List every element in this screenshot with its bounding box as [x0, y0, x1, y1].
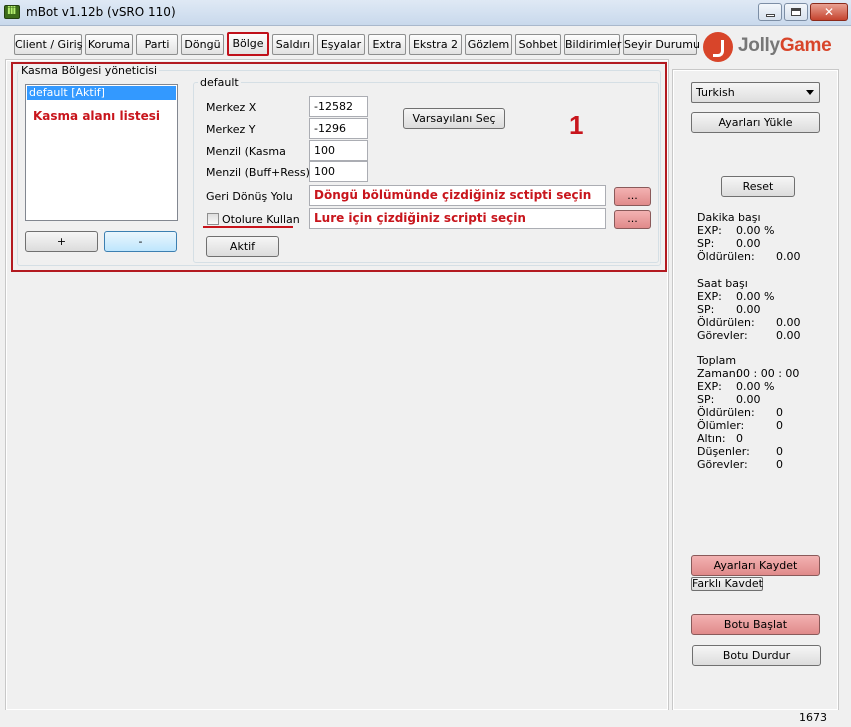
- total-deaths-label: Ölümler:: [697, 419, 745, 432]
- close-icon: ✕: [823, 5, 835, 19]
- per-hour-sp-value: 0.00: [736, 303, 761, 316]
- total-exp-value: 0.00 %: [736, 380, 775, 393]
- per-minute-sp-label: SP:: [697, 237, 715, 250]
- tab-gozlem[interactable]: Gözlem: [465, 34, 512, 55]
- minimize-button[interactable]: [758, 3, 782, 21]
- per-hour-exp-value: 0.00 %: [736, 290, 775, 303]
- tab-parti[interactable]: Parti: [136, 34, 178, 55]
- total-kills-label: Öldürülen:: [697, 406, 755, 419]
- per-hour-quests-value: 0.00: [776, 329, 801, 342]
- per-hour-quests-label: Görevler:: [697, 329, 748, 342]
- app-icon: [4, 4, 20, 19]
- tab-dongu[interactable]: Döngü: [181, 34, 224, 55]
- per-minute-title: Dakika başı: [697, 211, 761, 224]
- tab-bildirimler[interactable]: Bildirimler: [564, 34, 621, 55]
- language-select-value: Turkish: [696, 86, 735, 99]
- per-hour-kills-value: 0.00: [776, 316, 801, 329]
- minimize-icon: [765, 13, 775, 17]
- load-settings-button[interactable]: Ayarları Yükle: [691, 112, 820, 133]
- tab-seyir-durumu[interactable]: Seyir Durumu: [623, 34, 700, 55]
- tab-ekstra-2[interactable]: Ekstra 2: [409, 34, 462, 55]
- total-quests-label: Görevler:: [697, 458, 748, 471]
- total-title: Toplam: [697, 354, 737, 367]
- stop-bot-button[interactable]: Botu Durdur: [692, 645, 821, 666]
- per-minute-kills-label: Öldürülen:: [697, 250, 755, 263]
- tab-bolge[interactable]: Bölge: [227, 32, 269, 56]
- total-sp-value: 0.00: [736, 393, 761, 406]
- save-settings-button[interactable]: Ayarları Kaydet: [691, 555, 820, 576]
- total-time-label: Zaman:: [697, 367, 740, 380]
- close-button[interactable]: ✕: [810, 3, 848, 21]
- window-title: mBot v1.12b (vSRO 110): [26, 5, 176, 19]
- status-value: 1673: [799, 711, 827, 724]
- chevron-down-icon: [806, 90, 814, 95]
- title-bar: mBot v1.12b (vSRO 110) ✕: [0, 0, 851, 26]
- total-deaths-value: 0: [776, 419, 783, 432]
- per-minute-exp-label: EXP:: [697, 224, 722, 237]
- per-minute-kills-value: 0.00: [776, 250, 801, 263]
- total-quests-value: 0: [776, 458, 783, 471]
- save-as-button[interactable]: Farklı Kavdet: [691, 577, 763, 591]
- per-minute-exp-value: 0.00 %: [736, 224, 775, 237]
- jollygame-logo: JollyGame: [738, 35, 832, 56]
- tab-extra[interactable]: Extra: [368, 34, 406, 55]
- maximize-button[interactable]: [784, 3, 808, 21]
- total-gold-value: 0: [736, 432, 743, 445]
- start-bot-button[interactable]: Botu Başlat: [691, 614, 820, 635]
- per-hour-kills-label: Öldürülen:: [697, 316, 755, 329]
- annotation-highlight-box: [11, 62, 667, 272]
- total-kills-value: 0: [776, 406, 783, 419]
- total-gold-label: Altın:: [697, 432, 726, 445]
- total-exp-label: EXP:: [697, 380, 722, 393]
- tab-esyalar[interactable]: Eşyalar: [317, 34, 365, 55]
- tab-sohbet[interactable]: Sohbet: [515, 34, 561, 55]
- maximize-icon: [791, 8, 801, 16]
- total-time-value: 00 : 00 : 00: [736, 367, 800, 380]
- total-sp-label: SP:: [697, 393, 715, 406]
- jollygame-logo-icon: [703, 32, 733, 62]
- per-hour-exp-label: EXP:: [697, 290, 722, 303]
- per-hour-sp-label: SP:: [697, 303, 715, 316]
- tab-koruma[interactable]: Koruma: [85, 34, 133, 55]
- total-drops-value: 0: [776, 445, 783, 458]
- per-minute-sp-value: 0.00: [736, 237, 761, 250]
- total-drops-label: Düşenler:: [697, 445, 750, 458]
- language-select[interactable]: Turkish: [691, 82, 820, 103]
- per-hour-title: Saat başı: [697, 277, 748, 290]
- reset-button[interactable]: Reset: [721, 176, 795, 197]
- status-bar: [0, 710, 851, 727]
- tab-saldiri[interactable]: Saldırı: [272, 34, 314, 55]
- tab-client-giris[interactable]: Client / Giriş: [14, 34, 82, 55]
